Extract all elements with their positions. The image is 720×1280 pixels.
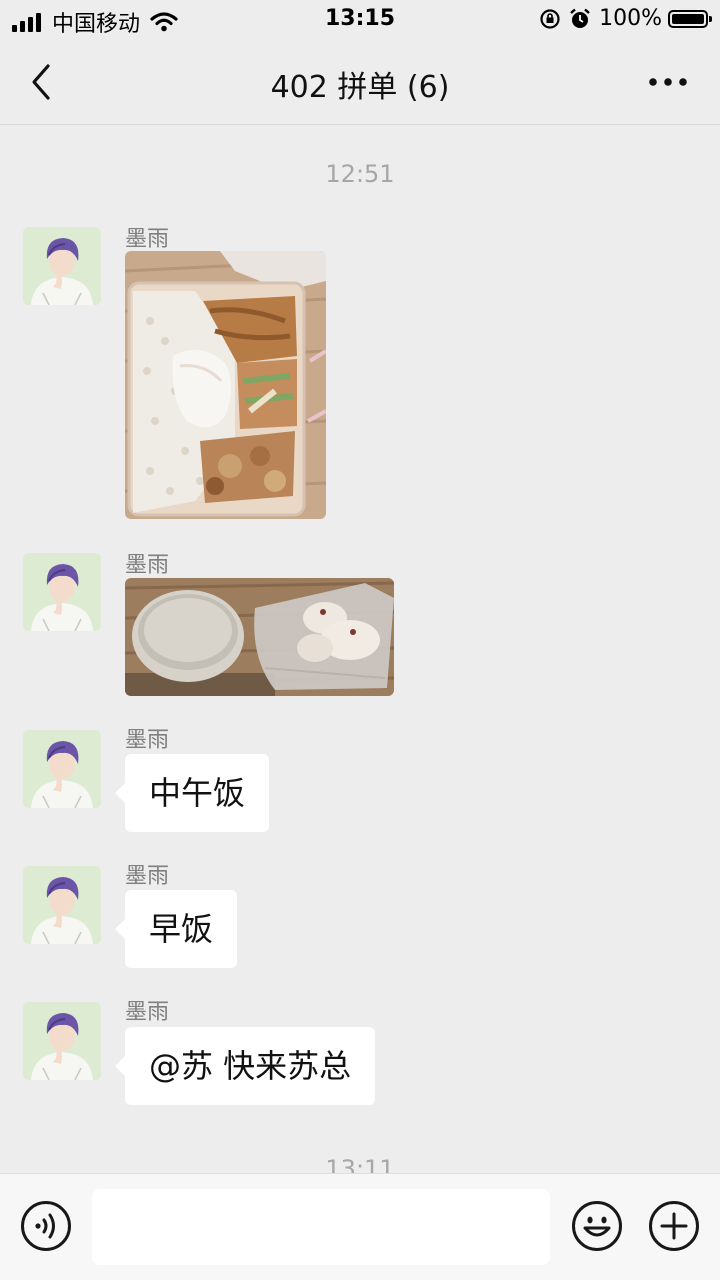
breakfast-photo[interactable]	[125, 578, 394, 696]
avatar[interactable]	[23, 730, 101, 808]
input-bar	[0, 1173, 720, 1280]
voice-icon[interactable]	[20, 1200, 72, 1252]
avatar[interactable]	[23, 1002, 101, 1080]
battery-icon	[668, 9, 712, 28]
sender-name: 墨雨	[125, 728, 170, 753]
message-list[interactable]: 12:51 墨雨 墨雨 墨雨 中午饭 墨雨 早饭 墨雨 @苏 快来苏总 13:1…	[0, 125, 720, 1173]
lunch-box-photo[interactable]	[125, 251, 326, 519]
status-bar: 中国移动 13:15 100%	[0, 0, 720, 40]
sender-name: 墨雨	[125, 553, 170, 578]
avatar[interactable]	[23, 553, 101, 631]
status-right: 100%	[539, 6, 712, 31]
text-bubble[interactable]: 中午饭	[114, 754, 270, 832]
time-separator: 13:11	[325, 1155, 395, 1173]
rotation-lock-icon	[540, 8, 560, 29]
alarm-icon	[570, 8, 590, 28]
message-input[interactable]	[92, 1189, 550, 1265]
emoji-icon[interactable]	[571, 1200, 623, 1252]
nav-bar: 402 拼单 (6)	[0, 40, 720, 125]
sender-name: 墨雨	[125, 864, 170, 889]
sender-name: 墨雨	[125, 1000, 170, 1025]
chat-title: 402 拼单 (6)	[270, 70, 450, 105]
sender-name: 墨雨	[125, 227, 170, 252]
battery-percent: 100%	[599, 6, 662, 31]
more-icon[interactable]	[646, 68, 690, 96]
text-bubble[interactable]: 早饭	[114, 890, 238, 968]
time-separator: 12:51	[325, 160, 395, 188]
avatar[interactable]	[23, 227, 101, 305]
text-bubble[interactable]: @苏 快来苏总	[114, 1027, 376, 1105]
chat-screen: 中国移动 13:15 100% 402 拼单 (6) 12:51 墨雨 墨雨 墨…	[0, 0, 720, 1280]
plus-icon[interactable]	[648, 1200, 700, 1252]
avatar[interactable]	[23, 866, 101, 944]
